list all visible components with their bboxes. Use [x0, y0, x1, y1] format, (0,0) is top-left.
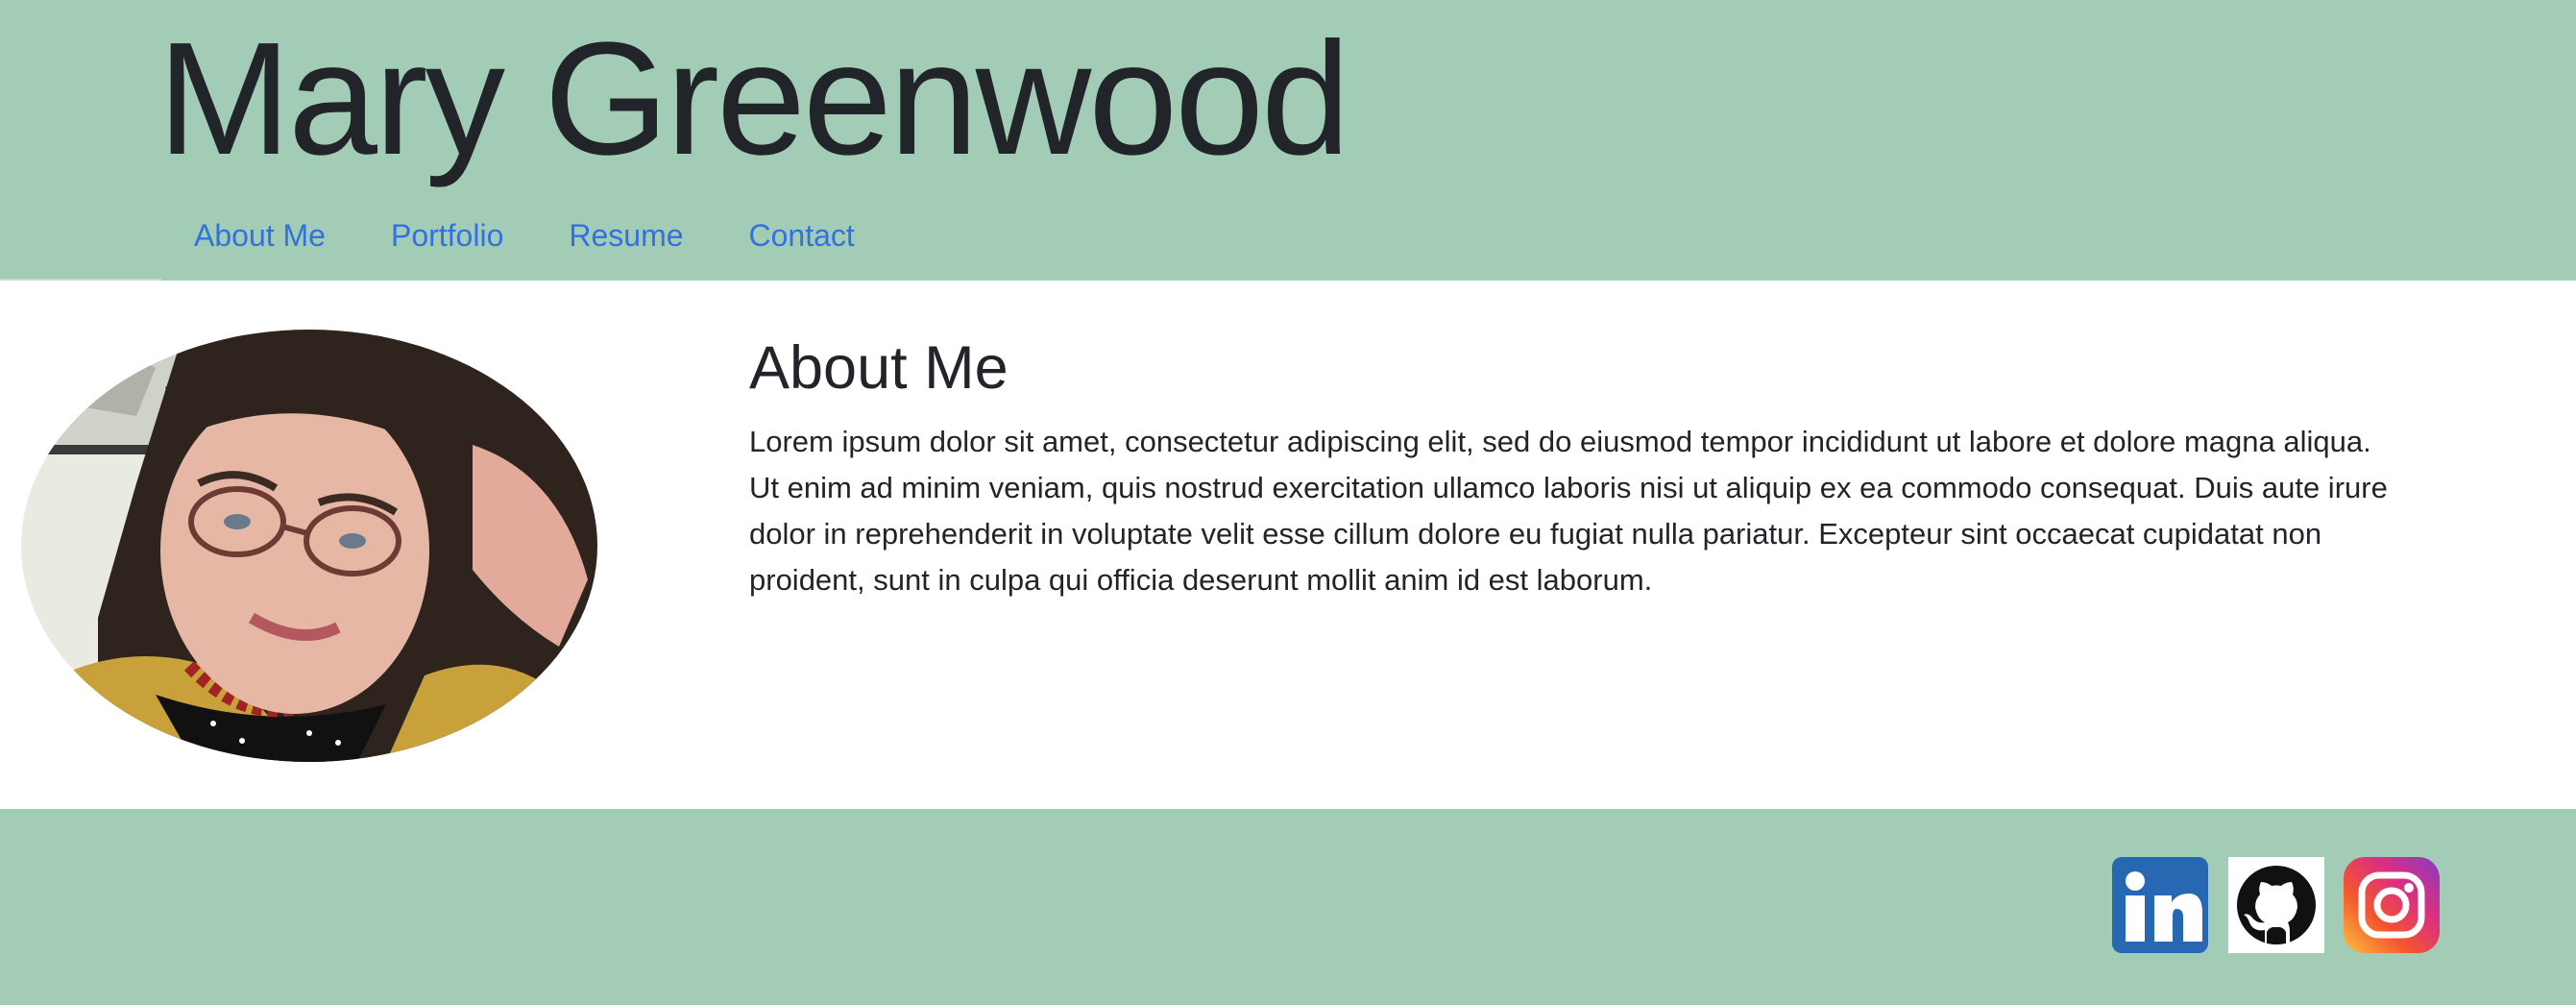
github-icon [2228, 857, 2324, 953]
about-heading: About Me [749, 334, 1009, 402]
linkedin-link[interactable] [2112, 857, 2208, 953]
nav-portfolio[interactable]: Portfolio [358, 208, 536, 275]
nav-about-me[interactable]: About Me [161, 208, 358, 275]
instagram-icon [2344, 857, 2440, 953]
site-header: Mary Greenwood About Me Portfolio Resume… [0, 0, 2576, 281]
profile-photo [21, 330, 597, 762]
main-nav: About Me Portfolio Resume Contact [161, 208, 887, 275]
site-title: Mary Greenwood [158, 10, 1350, 188]
linkedin-icon [2112, 857, 2208, 953]
instagram-link[interactable] [2344, 857, 2440, 953]
github-link[interactable] [2228, 857, 2324, 953]
site-footer [0, 809, 2576, 1005]
nav-resume[interactable]: Resume [536, 208, 716, 275]
main-content: About Me Lorem ipsum dolor sit amet, con… [0, 281, 2576, 809]
nav-contact[interactable]: Contact [717, 208, 887, 275]
about-paragraph: Lorem ipsum dolor sit amet, consectetur … [749, 425, 2388, 597]
